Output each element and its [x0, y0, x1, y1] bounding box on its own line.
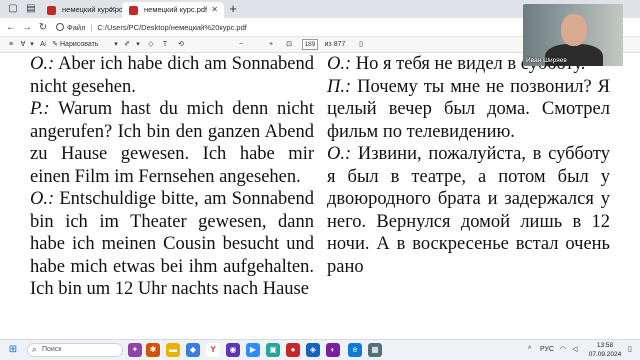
new-tab-icon[interactable]: + — [226, 2, 240, 16]
dialog-text: Почему ты мне не позвонил? Я целый вечер… — [327, 76, 610, 142]
highlight-icon[interactable]: ∀ — [18, 39, 28, 51]
dialog-text: Извини, пожалуйста, в субботу я был в те… — [327, 144, 610, 277]
german-column: O.: Aber ich habe dich am Sonnabend nich… — [30, 53, 314, 301]
scheme-label: Файл — [67, 23, 86, 32]
edge-icon[interactable]: e — [348, 343, 362, 357]
tab-pdf-1[interactable]: немецкий курс.pdf ✕ — [40, 2, 125, 18]
dropdown-icon[interactable]: ▾ — [28, 39, 36, 51]
file-explorer-icon[interactable]: ▬ — [166, 343, 180, 357]
url-separator: | — [90, 23, 93, 32]
url-field[interactable]: Файл | C:/Users/PC/Desktop/немецкий%20курс… — [56, 20, 516, 35]
rotate-icon[interactable]: ⟲ — [176, 39, 186, 51]
tab-actions-icon[interactable]: ▤ — [24, 2, 38, 16]
tab-pdf-2[interactable]: немецкий курс.pdf ✕ — [122, 2, 224, 18]
zoom-in-button[interactable]: + — [266, 39, 276, 51]
clock-time: 13:58 — [596, 342, 614, 349]
zoom-out-button[interactable]: − — [236, 39, 246, 51]
dialog-line: O.: Aber ich habe dich am Sonnabend nich… — [30, 53, 314, 98]
pdf-icon — [129, 6, 138, 15]
draw-dropdown-icon[interactable]: ▾ — [112, 39, 120, 51]
start-icon[interactable]: ⊞ — [6, 343, 20, 357]
clock-date: 07.09.2024 — [588, 351, 622, 358]
search-icon: ⌕ — [32, 345, 37, 354]
zoom-icon[interactable]: ▶ — [246, 343, 260, 357]
app-icon[interactable]: ◐ — [326, 343, 340, 357]
app-icon[interactable]: ✱ — [146, 343, 160, 357]
speaker-label: O.: — [30, 54, 55, 74]
pen-dropdown-icon[interactable]: ▾ — [134, 39, 142, 51]
speaker-label: П.: — [327, 76, 352, 97]
pdf-page: O.: Aber ich habe dich am Sonnabend nich… — [0, 53, 640, 339]
dialog-line: П.: Почему ты мне не позвонил? Я целый в… — [327, 76, 610, 144]
taskbar-search[interactable]: ⌕ Поиск — [27, 343, 123, 357]
speaker-label: O.: — [327, 54, 352, 74]
webcam-overlay: Иван Ширяев — [523, 4, 623, 66]
dialog-line: O.: Извини, пожалуйста, в субботу я был … — [327, 143, 610, 278]
text-icon[interactable]: T — [160, 39, 170, 51]
eraser-icon[interactable]: ◇ — [146, 39, 156, 51]
forward-icon[interactable]: → — [20, 21, 34, 34]
dialog-text: Entschuldige bitte, am Sonnabend bin ich… — [30, 189, 314, 299]
search-placeholder: Поиск — [42, 346, 62, 353]
speaker-label: O.: — [30, 189, 55, 209]
language-indicator[interactable]: РУС — [540, 343, 554, 357]
reload-icon[interactable]: ↻ — [36, 21, 50, 34]
app-icon[interactable]: ▣ — [266, 343, 280, 357]
app-icon[interactable]: ✦ — [128, 343, 142, 357]
draw-button[interactable]: Нарисовать — [60, 39, 112, 51]
fit-page-icon[interactable]: ⊡ — [284, 39, 294, 51]
dialog-line: O.: Entschuldige bitte, am Sonnabend bin… — [30, 188, 314, 301]
contents-icon[interactable]: ≡ — [6, 39, 16, 51]
webcam-name: Иван Ширяев — [526, 57, 567, 64]
back-icon[interactable]: ← — [4, 21, 18, 34]
app-icon[interactable]: ◈ — [306, 343, 320, 357]
page-total: из 877 — [324, 41, 346, 48]
page-number-input[interactable]: 189 — [302, 39, 318, 50]
url-path: C:/Users/PC/Desktop/немецкий%20курс.pdf — [97, 23, 247, 32]
app-icon[interactable]: ◆ — [186, 343, 200, 357]
tab-title: немецкий курс.pdf — [144, 5, 208, 14]
app-icon[interactable]: ● — [286, 343, 300, 357]
volume-icon[interactable]: ◁ — [572, 343, 577, 357]
yandex-icon[interactable]: Y — [206, 343, 220, 357]
close-tab-icon[interactable]: ✕ — [211, 2, 218, 18]
window-menu-icon[interactable]: ▢ — [6, 2, 20, 16]
person-head — [561, 14, 587, 46]
read-aloud-icon[interactable]: Aʲ — [38, 39, 48, 51]
dialog-line: P.: Warum hast du mich denn nicht angeru… — [30, 98, 314, 188]
dialog-text: Aber ich habe dich am Sonnabend nicht ge… — [30, 54, 314, 97]
pdf-icon — [47, 6, 56, 15]
dialog-text: Warum hast du mich denn nicht angerufen?… — [30, 99, 314, 187]
speaker-label: P.: — [30, 99, 50, 119]
system-clock[interactable]: 13:58 07.09.2024 — [586, 341, 624, 359]
wifi-icon[interactable]: ◠ — [560, 343, 566, 357]
taskbar: ⊞ ⌕ Поиск ✦ ✱ ▬ ◆ Y ◉ ▶ ▣ ● ◈ ◐ e ▦ ^ РУ… — [0, 339, 640, 360]
app-icon[interactable]: ◉ — [226, 343, 240, 357]
draw-icon[interactable]: ✎ — [50, 39, 60, 51]
info-icon — [56, 23, 64, 31]
notifications-icon[interactable]: ▯ — [628, 343, 632, 357]
pen-icon[interactable]: ✐ — [122, 39, 132, 51]
app-icon[interactable]: ▦ — [368, 343, 382, 357]
page-view-icon[interactable]: ▯ — [356, 39, 366, 51]
speaker-label: O.: — [327, 144, 352, 164]
russian-column: O.: Но я тебя не видел в субботу. П.: По… — [327, 53, 610, 278]
close-tab-icon[interactable]: ✕ — [109, 2, 116, 18]
tray-chevron-icon[interactable]: ^ — [528, 343, 531, 357]
